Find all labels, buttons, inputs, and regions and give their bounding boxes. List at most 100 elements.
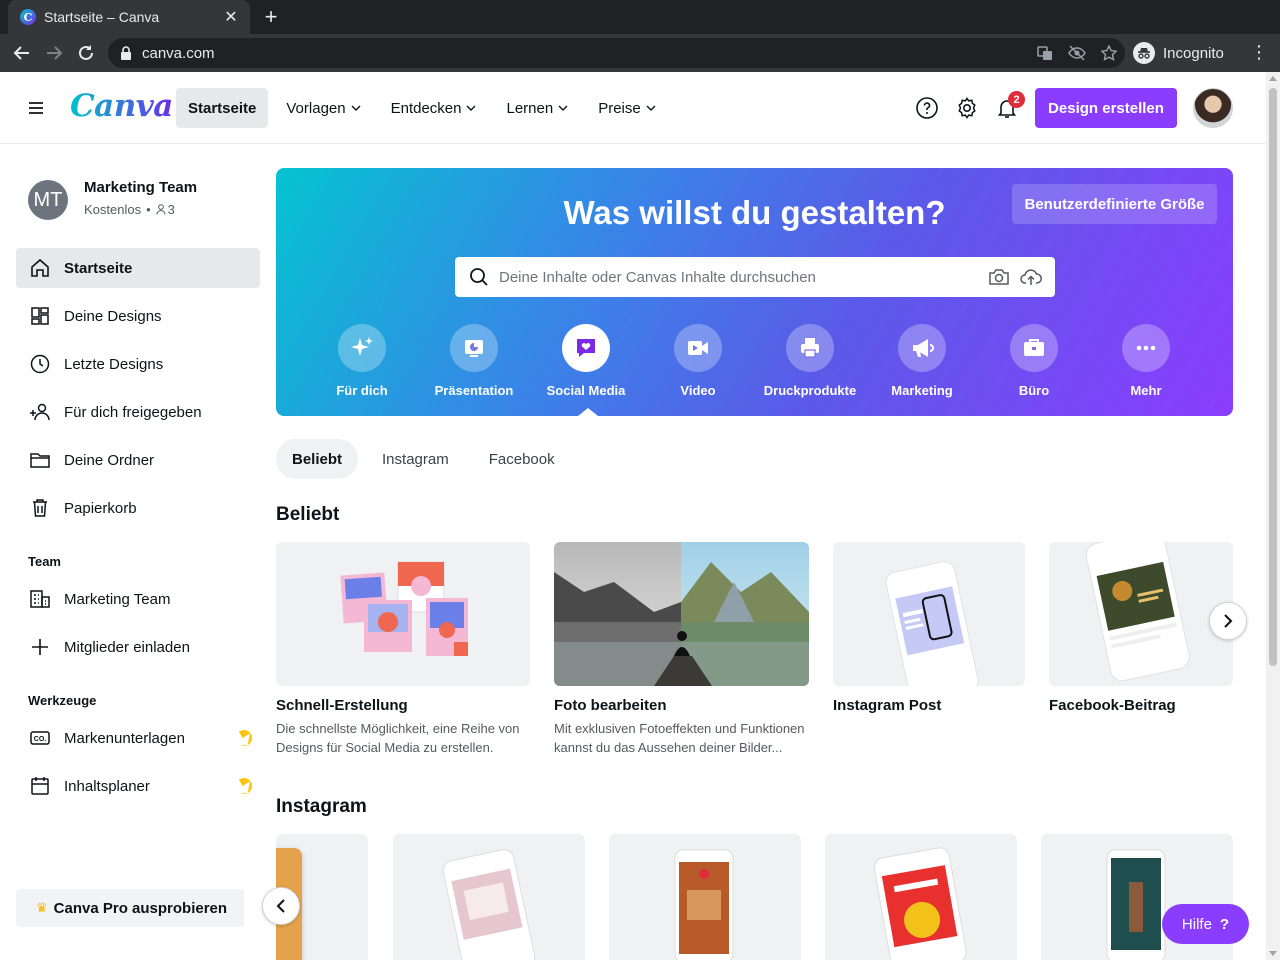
card-facebook-beitrag[interactable]: Facebook-Beitrag	[1049, 542, 1233, 714]
user-avatar[interactable]	[1193, 88, 1233, 128]
app-header: Canva Startseite Vorlagen Entdecken Lern…	[0, 72, 1266, 144]
chevron-down-icon	[351, 105, 361, 111]
sidebar-item-marketing-team[interactable]: Marketing Team	[16, 579, 260, 619]
gear-icon[interactable]	[955, 96, 979, 120]
tab-facebook[interactable]: Facebook	[473, 439, 571, 479]
search-input[interactable]	[499, 268, 983, 286]
nav-vorlagen[interactable]: Vorlagen	[274, 88, 372, 128]
quick-create-illustration	[340, 561, 468, 656]
close-tab-icon[interactable]: ✕	[222, 7, 240, 27]
address-bar[interactable]: canva.com	[108, 38, 1125, 68]
tab-instagram[interactable]: Instagram	[366, 439, 465, 479]
team-avatar[interactable]: MT	[28, 180, 68, 220]
card-title: Schnell-Erstellung	[276, 697, 408, 714]
forward-icon[interactable]	[38, 37, 70, 69]
instagram-template-card[interactable]	[609, 834, 801, 960]
card-thumbnail	[833, 542, 1025, 686]
reload-icon[interactable]	[70, 37, 102, 69]
translate-icon[interactable]	[1029, 45, 1061, 61]
heart-bubble-icon	[562, 324, 610, 372]
category-marketing[interactable]: Marketing	[866, 324, 978, 398]
crown-icon: ♛	[36, 900, 48, 915]
instagram-template-card[interactable]	[825, 834, 1017, 960]
scroll-down-icon[interactable]	[1269, 951, 1277, 956]
section-title-beliebt: Beliebt	[276, 504, 340, 525]
sidebar-item-letzte-designs[interactable]: Letzte Designs	[16, 344, 260, 384]
category-praesentation[interactable]: Präsentation	[418, 324, 530, 398]
active-category-pointer	[578, 408, 598, 416]
bookmark-star-icon[interactable]	[1093, 45, 1125, 61]
nav-entdecken[interactable]: Entdecken	[379, 88, 489, 128]
help-button[interactable]: Hilfe ?	[1162, 904, 1249, 944]
custom-size-button[interactable]: Benutzerdefinierte Größe	[1012, 184, 1217, 224]
incognito-indicator[interactable]: Incognito	[1133, 39, 1224, 67]
category-buero[interactable]: Büro	[978, 324, 1090, 398]
nav-startseite[interactable]: Startseite	[176, 88, 269, 128]
search-icon	[470, 268, 488, 286]
browser-menu-icon[interactable]: ⋮	[1250, 42, 1268, 63]
sidebar-item-deine-designs[interactable]: Deine Designs	[16, 296, 260, 336]
section-title-werkzeuge: Werkzeuge	[28, 693, 97, 708]
chevron-left-icon	[276, 899, 285, 913]
menu-icon[interactable]	[24, 96, 48, 120]
page-scrollbar[interactable]	[1266, 72, 1280, 960]
sidebar-item-deine-ordner[interactable]: Deine Ordner	[16, 440, 260, 480]
home-icon	[31, 258, 49, 277]
template-preview	[442, 849, 536, 960]
card-description: Die schnellste Möglichkeit, eine Reihe v…	[276, 721, 520, 755]
help-button-label: Hilfe	[1181, 915, 1212, 933]
chevron-down-icon	[646, 105, 656, 111]
instagram-template-card[interactable]	[393, 834, 585, 960]
subtabs: Beliebt Instagram Facebook	[276, 439, 571, 479]
carousel-next-button[interactable]	[1209, 602, 1247, 640]
category-social-media[interactable]: Social Media	[530, 324, 642, 398]
lock-icon	[121, 46, 131, 60]
sidebar-item-startseite[interactable]: Startseite	[16, 248, 260, 288]
browser-tab[interactable]: C Startseite – Canva ✕	[8, 0, 250, 34]
sidebar-item-markenunterlagen[interactable]: CO. Markenunterlagen	[16, 718, 260, 758]
template-preview	[674, 849, 734, 960]
category-video[interactable]: Video	[642, 324, 754, 398]
team-name[interactable]: Marketing Team	[84, 179, 197, 196]
sidebar-item-inhaltsplaner[interactable]: Inhaltsplaner	[16, 766, 260, 806]
back-icon[interactable]	[6, 37, 38, 69]
design-erstellen-button[interactable]: Design erstellen	[1035, 88, 1177, 128]
scrollbar-thumb[interactable]	[1269, 88, 1277, 666]
sidebar-item-label: Startseite	[64, 259, 133, 277]
nav-preise[interactable]: Preise	[586, 88, 668, 128]
category-shortcuts: Für dich Präsentation Social Media Video…	[306, 324, 1202, 398]
team-plan: Kostenlos • 3	[84, 202, 175, 217]
carousel-prev-button[interactable]	[262, 887, 300, 925]
sidebar-item-invite[interactable]: Mitglieder einladen	[16, 627, 260, 667]
notification-badge: 2	[1008, 91, 1025, 108]
tab-beliebt[interactable]: Beliebt	[276, 439, 359, 479]
card-thumbnail	[276, 542, 530, 686]
upload-cloud-icon[interactable]	[1015, 261, 1047, 293]
card-schnell-erstellung[interactable]: Schnell-Erstellung Die schnellste Möglic…	[276, 542, 530, 757]
canva-pro-button[interactable]: ♛ Canva Pro ausprobieren	[16, 889, 244, 927]
category-fuer-dich[interactable]: Für dich	[306, 324, 418, 398]
sidebar-item-freigegeben[interactable]: Für dich freigegeben	[16, 392, 260, 432]
card-foto-bearbeiten[interactable]: Foto bearbeiten Mit exklusiven Fotoeffek…	[554, 542, 809, 757]
sidebar-item-label: Deine Designs	[64, 307, 162, 325]
browser-toolbar: canva.com Incognito ⋮	[0, 34, 1280, 72]
section-title-team: Team	[28, 554, 61, 569]
sidebar-item-papierkorb[interactable]: Papierkorb	[16, 488, 260, 528]
instagram-post-phone-image	[885, 561, 979, 686]
calendar-icon	[31, 777, 49, 795]
canva-logo[interactable]: Canva	[70, 88, 173, 124]
nav-label: Lernen	[506, 99, 554, 117]
printer-icon	[786, 324, 834, 372]
new-tab-icon[interactable]: +	[258, 4, 284, 30]
category-mehr[interactable]: Mehr	[1090, 324, 1202, 398]
help-circle-icon[interactable]	[915, 96, 939, 120]
sidebar-item-label: Letzte Designs	[64, 355, 164, 373]
category-label: Social Media	[546, 383, 626, 398]
team-plan-label: Kostenlos	[84, 202, 142, 217]
category-druckprodukte[interactable]: Druckprodukte	[754, 324, 866, 398]
nav-lernen[interactable]: Lernen	[494, 88, 580, 128]
scroll-up-icon[interactable]	[1269, 76, 1277, 81]
camera-search-icon[interactable]	[983, 261, 1015, 293]
eye-off-icon[interactable]	[1061, 45, 1093, 61]
card-instagram-post[interactable]: Instagram Post	[833, 542, 1025, 714]
